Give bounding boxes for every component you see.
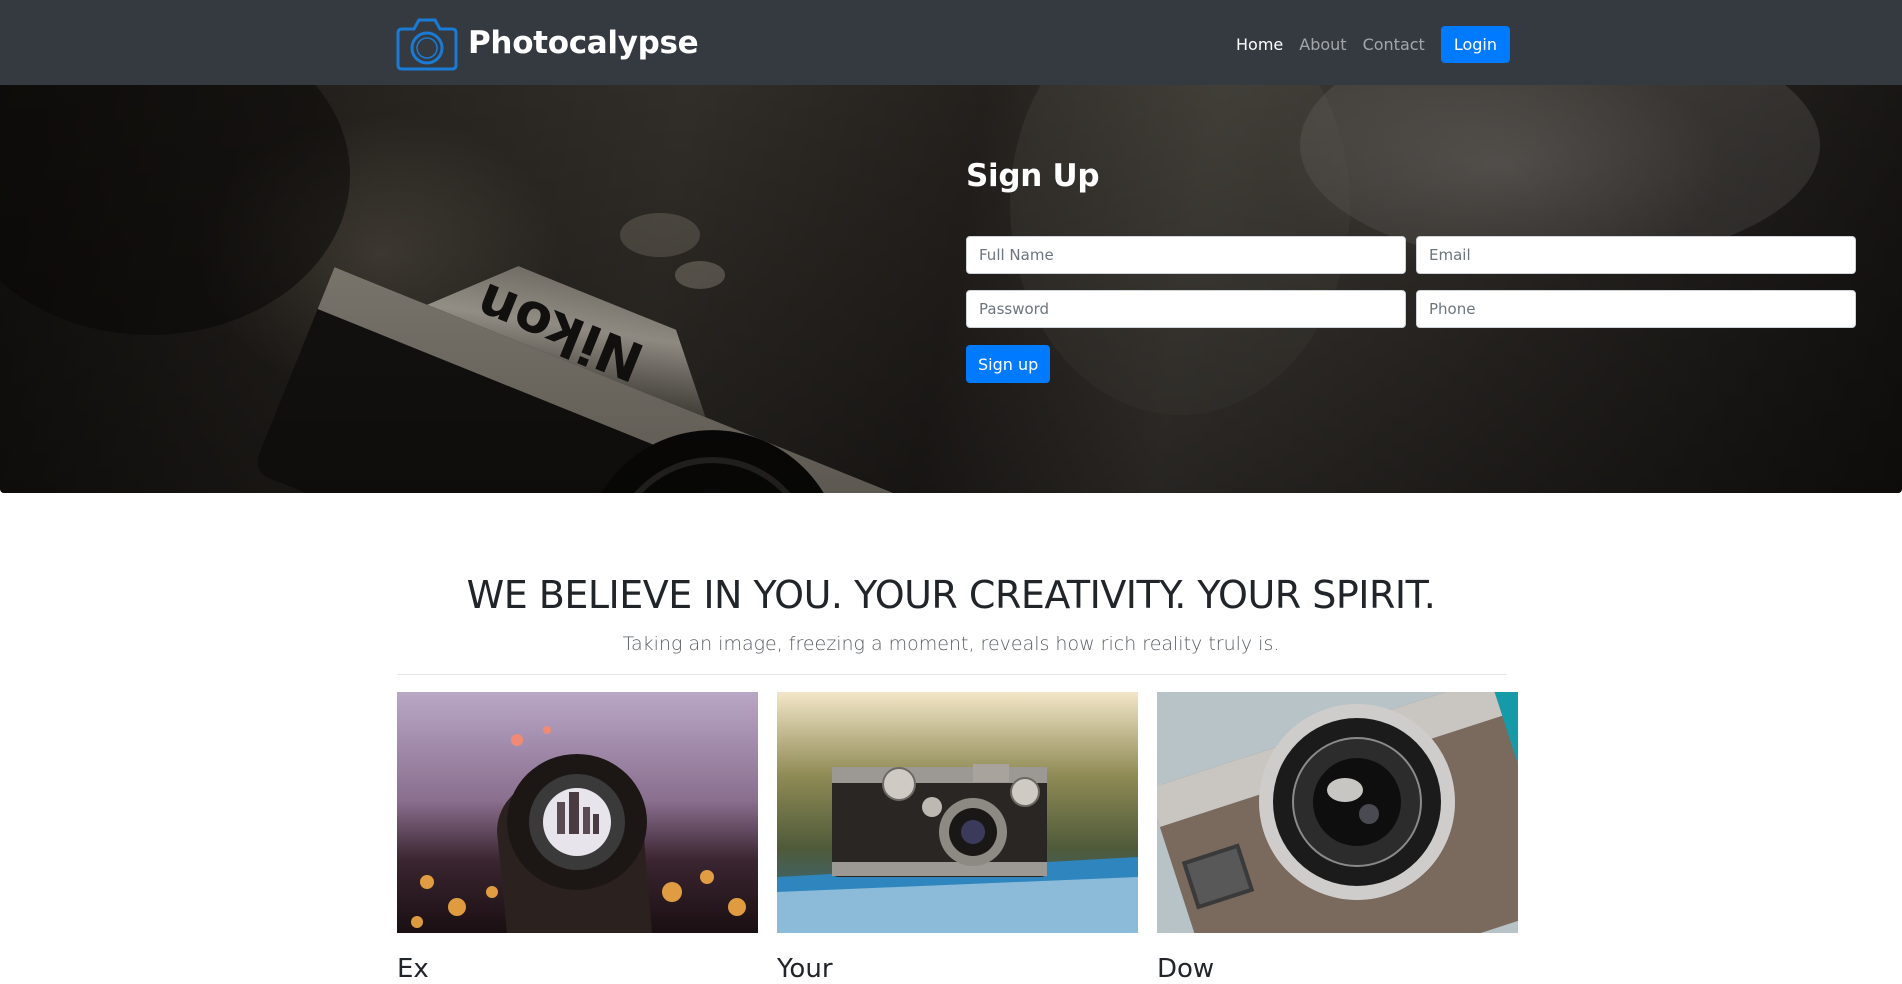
card-explore[interactable]: Ex (397, 692, 758, 984)
signup-button[interactable]: Sign up (966, 345, 1051, 383)
nav-link-home[interactable]: Home (1236, 27, 1283, 62)
hero-camera-photo: Nikon (0, 85, 1902, 493)
password-field[interactable] (966, 290, 1406, 328)
card-your-camera[interactable]: Your (777, 692, 1138, 984)
top-navbar: Photocalypse Home About Contact Login (0, 0, 1902, 85)
hero-section: Nikon Sign Up Sign up (0, 85, 1902, 493)
card-image-lens-city (397, 692, 758, 933)
login-button[interactable]: Login (1440, 26, 1510, 63)
phone-field[interactable] (1416, 290, 1856, 328)
card-title: Dow (1157, 954, 1215, 984)
card-download[interactable]: Dow (1157, 692, 1518, 984)
brand-name: Photocalypse (468, 25, 699, 61)
full-name-field[interactable] (966, 236, 1406, 274)
card-title: Your (777, 954, 833, 984)
nav-link-about[interactable]: About (1299, 27, 1346, 62)
tagline-heading: WE BELIEVE IN YOU. YOUR CREATIVITY. YOUR… (466, 573, 1436, 617)
main-nav: Home About Contact Login (1236, 25, 1510, 63)
brand-link[interactable]: Photocalypse (396, 15, 699, 71)
signup-title: Sign Up (966, 158, 1100, 194)
email-field[interactable] (1416, 236, 1856, 274)
section-divider (397, 674, 1507, 675)
tagline-lead: Taking an image, freezing a moment, reve… (622, 633, 1280, 655)
camera-icon (396, 18, 458, 71)
nav-link-contact[interactable]: Contact (1363, 27, 1425, 62)
card-image-vintage-camera (777, 692, 1138, 933)
card-title: Ex (397, 954, 429, 984)
card-image-lens-closeup (1157, 692, 1518, 933)
